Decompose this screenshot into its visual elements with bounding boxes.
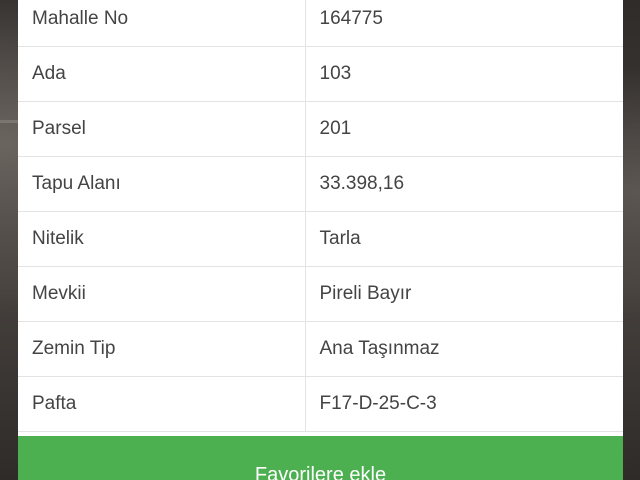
background-detail: [0, 120, 18, 123]
row-value-mahalle-no: 164775: [305, 0, 623, 47]
table-row: Mevkii Pireli Bayır: [18, 266, 623, 322]
table-row: Tapu Alanı 33.398,16: [18, 156, 623, 212]
row-value-pafta: F17-D-25-C-3: [305, 376, 623, 432]
row-label-tapu-alani: Tapu Alanı: [18, 156, 306, 212]
table-row: Zemin Tip Ana Taşınmaz: [18, 321, 623, 377]
row-value-parsel: 201: [305, 101, 623, 157]
row-label-pafta: Pafta: [18, 376, 306, 432]
parcel-info-dialog: Mahalle No 164775 Ada 103 Parsel 201 Tap…: [18, 0, 623, 480]
row-value-zemin-tip: Ana Taşınmaz: [305, 321, 623, 377]
row-label-mahalle-no: Mahalle No: [18, 0, 306, 47]
table-row: Ada 103: [18, 46, 623, 102]
row-label-mevkii: Mevkii: [18, 266, 306, 322]
add-to-favorites-button[interactable]: Favorilere ekle: [18, 436, 623, 480]
table-row: Mahalle No 164775: [18, 0, 623, 47]
table-row: Nitelik Tarla: [18, 211, 623, 267]
row-value-tapu-alani: 33.398,16: [305, 156, 623, 212]
table-row: Pafta F17-D-25-C-3: [18, 376, 623, 432]
row-label-zemin-tip: Zemin Tip: [18, 321, 306, 377]
row-label-parsel: Parsel: [18, 101, 306, 157]
row-value-ada: 103: [305, 46, 623, 102]
row-label-ada: Ada: [18, 46, 306, 102]
row-value-nitelik: Tarla: [305, 211, 623, 267]
table-row: Parsel 201: [18, 101, 623, 157]
row-value-mevkii: Pireli Bayır: [305, 266, 623, 322]
row-label-nitelik: Nitelik: [18, 211, 306, 267]
parcel-info-table: Mahalle No 164775 Ada 103 Parsel 201 Tap…: [18, 0, 623, 432]
